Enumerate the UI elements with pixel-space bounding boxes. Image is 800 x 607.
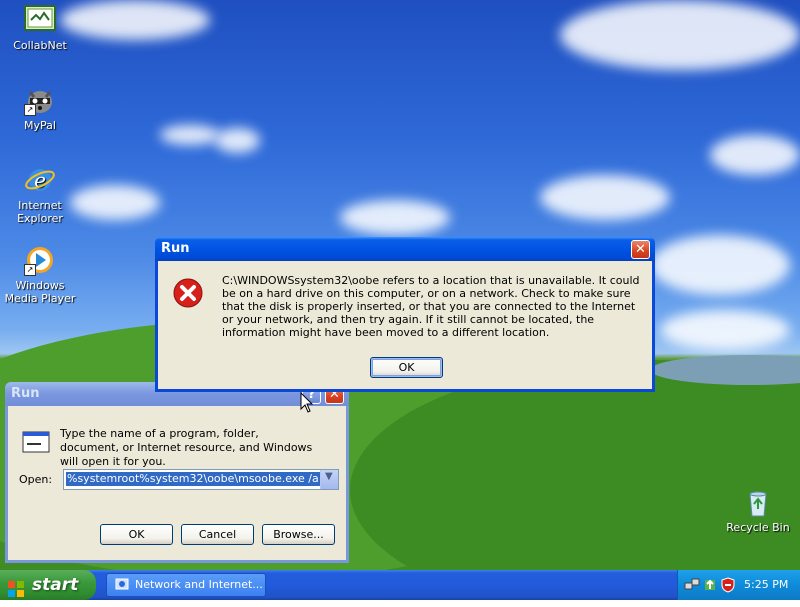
open-input[interactable]: %systemroot%system32\oobe\msoobe.exe /a [66, 472, 320, 486]
browse-button[interactable]: Browse... [262, 524, 335, 545]
desktop-icon-windows-media-player[interactable]: ↗ Windows Media Player [0, 244, 80, 305]
desktop-icon-label: Internet Explorer [17, 199, 63, 225]
run-description: Type the name of a program, folder, docu… [60, 427, 313, 468]
control-panel-icon [115, 577, 129, 599]
desktop-icon-recycle-bin[interactable]: Recycle Bin [718, 486, 798, 534]
desktop-icon-label: MyPal [24, 119, 56, 132]
desktop-icon-label: Windows Media Player [4, 279, 76, 305]
open-combobox[interactable]: %systemroot%system32\oobe\msoobe.exe /a … [63, 469, 339, 490]
close-icon: ✕ [635, 242, 646, 257]
system-tray: 5:25 PM [677, 570, 800, 600]
desktop-icon-label: CollabNet [13, 39, 67, 52]
start-button[interactable]: start [0, 570, 96, 600]
run-dialog: Run ? ✕ Type the name of a program, fold… [5, 382, 349, 563]
error-dialog-titlebar[interactable]: Run ✕ [155, 237, 655, 261]
raccoon-icon: ↗ [24, 84, 56, 116]
taskbar-item[interactable]: Network and Internet... [106, 573, 266, 597]
cancel-button[interactable]: Cancel [181, 524, 254, 545]
error-message: C:\WINDOWSsystem32\oobe refers to a loca… [222, 274, 640, 339]
shortcut-arrow-icon: ↗ [24, 264, 36, 276]
open-label: Open: [19, 473, 53, 486]
network-icon[interactable] [684, 577, 700, 596]
recycle-bin-icon [742, 486, 774, 518]
error-dialog-close-button[interactable]: ✕ [631, 240, 650, 259]
shortcut-arrow-icon: ↗ [24, 104, 36, 116]
internet-explorer-icon: e [24, 164, 56, 196]
windows-logo-icon [8, 577, 24, 597]
error-dialog-title: Run [161, 241, 190, 256]
taskbar: start Network and Internet... 5:25 PM [0, 570, 800, 600]
run-program-icon [21, 428, 53, 459]
error-icon [172, 277, 204, 312]
desktop-icon-internet-explorer[interactable]: e Internet Explorer [0, 164, 80, 225]
error-dialog: Run ✕ C:\WINDOWSsystem32\oobe refers to … [155, 237, 655, 392]
chevron-down-icon: ▼ [325, 471, 333, 482]
dropdown-button[interactable]: ▼ [320, 470, 338, 489]
start-label: start [32, 575, 79, 595]
security-shield-icon[interactable] [720, 577, 736, 596]
taskbar-item-label: Network and Internet... [135, 578, 263, 591]
clock: 5:25 PM [744, 578, 789, 591]
safely-remove-icon[interactable] [702, 577, 718, 596]
run-ok-button[interactable]: OK [100, 524, 173, 545]
collabnet-icon [24, 4, 56, 36]
run-dialog-title: Run [11, 386, 40, 401]
media-player-icon: ↗ [24, 244, 56, 276]
mouse-cursor-icon [300, 391, 314, 417]
desktop-icon-collabnet[interactable]: CollabNet [0, 4, 80, 52]
desktop-icon-mypal[interactable]: ↗ MyPal [0, 84, 80, 132]
error-ok-button[interactable]: OK [370, 357, 443, 378]
desktop-icon-label: Recycle Bin [726, 521, 790, 534]
